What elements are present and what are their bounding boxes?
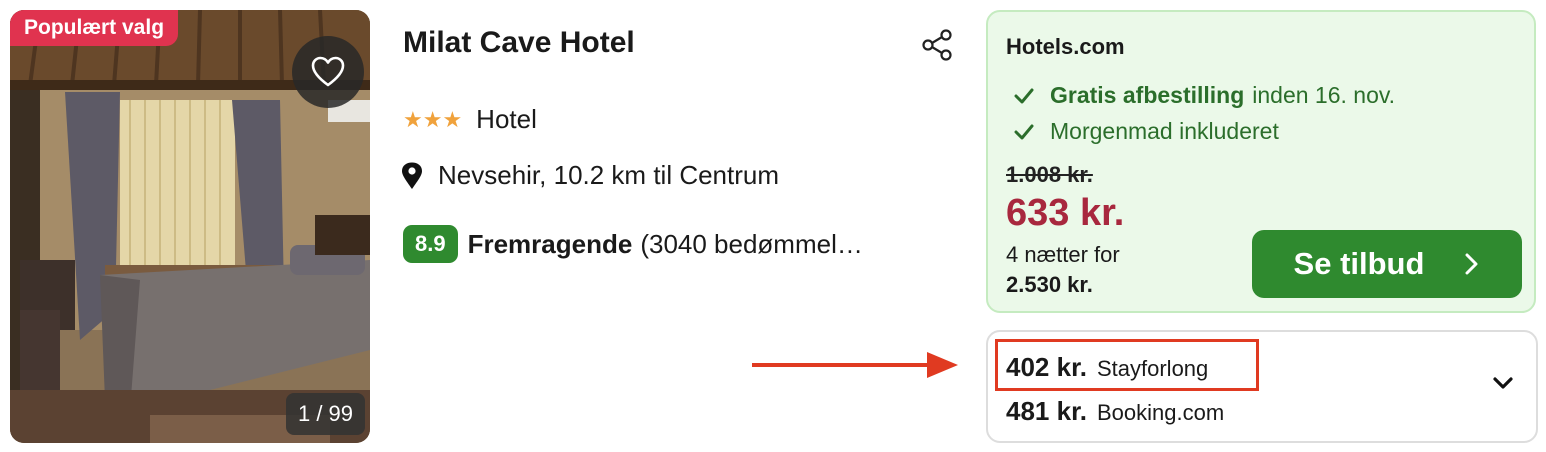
stay-total: 4 nætter for 2.530 kr. — [1006, 240, 1120, 300]
hotel-type-row: ★★★ Hotel — [403, 104, 537, 135]
review-count: (3040 bedømmel… — [640, 228, 863, 259]
offer-row[interactable]: 481 kr. Booking.com — [1006, 396, 1224, 427]
hotel-name[interactable]: Milat Cave Hotel — [403, 26, 635, 60]
map-pin-icon — [402, 162, 422, 189]
rating-row[interactable]: 8.9 Fremragende (3040 bedømmel… — [403, 225, 863, 263]
perk-text: Morgenmad inkluderet — [1050, 118, 1279, 144]
offer-price: 481 kr. — [1006, 396, 1087, 426]
chevron-right-icon — [1465, 253, 1478, 275]
chevron-down-icon[interactable] — [1488, 374, 1518, 394]
favorite-button[interactable] — [292, 36, 364, 108]
offer-provider: Stayforlong — [1096, 356, 1209, 381]
offer-price: 402 kr. — [1006, 352, 1087, 382]
rating-word: Fremragende — [467, 228, 633, 259]
perk-free-cancellation: Gratis afbestilling inden 16. nov. — [1014, 82, 1395, 109]
perk-breakfast: Morgenmad inkluderet — [1014, 118, 1279, 145]
deal-price: 633 kr. — [1006, 192, 1125, 234]
offer-row[interactable]: 402 kr. Stayforlong — [1006, 352, 1208, 383]
deal-provider: Hotels.com — [1006, 34, 1125, 59]
total-price: 2.530 kr. — [1006, 272, 1093, 297]
offer-provider: Booking.com — [1096, 400, 1225, 425]
score-badge: 8.9 — [403, 225, 458, 263]
check-icon — [1014, 124, 1034, 139]
share-icon[interactable] — [920, 28, 954, 62]
hotel-photo[interactable]: Populært valg 1 / 99 — [10, 10, 370, 443]
hotel-type: Hotel — [476, 104, 537, 134]
check-icon — [1014, 88, 1034, 103]
other-offers-card[interactable]: 402 kr. Stayforlong 481 kr. Booking.com — [986, 330, 1538, 443]
original-price: 1.008 kr. — [1006, 162, 1093, 187]
star-rating-icon: ★★★ — [403, 106, 463, 132]
popular-choice-badge: Populært valg — [10, 10, 179, 46]
location-text: Nevsehir, 10.2 km til Centrum — [438, 160, 780, 190]
perk-bold: Gratis afbestilling — [1050, 82, 1245, 108]
photo-counter: 1 / 99 — [286, 393, 365, 435]
annotation-arrow-icon — [752, 352, 958, 378]
best-deal-card[interactable]: Hotels.com Gratis afbestilling inden 16.… — [986, 10, 1536, 313]
perk-text: inden 16. nov. — [1252, 82, 1396, 108]
heart-icon — [311, 56, 345, 87]
see-deal-label: Se tilbud — [1293, 246, 1425, 281]
nights-label: 4 nætter for — [1006, 242, 1120, 267]
location-row[interactable]: Nevsehir, 10.2 km til Centrum — [400, 160, 779, 191]
see-deal-button[interactable]: Se tilbud — [1252, 230, 1522, 298]
